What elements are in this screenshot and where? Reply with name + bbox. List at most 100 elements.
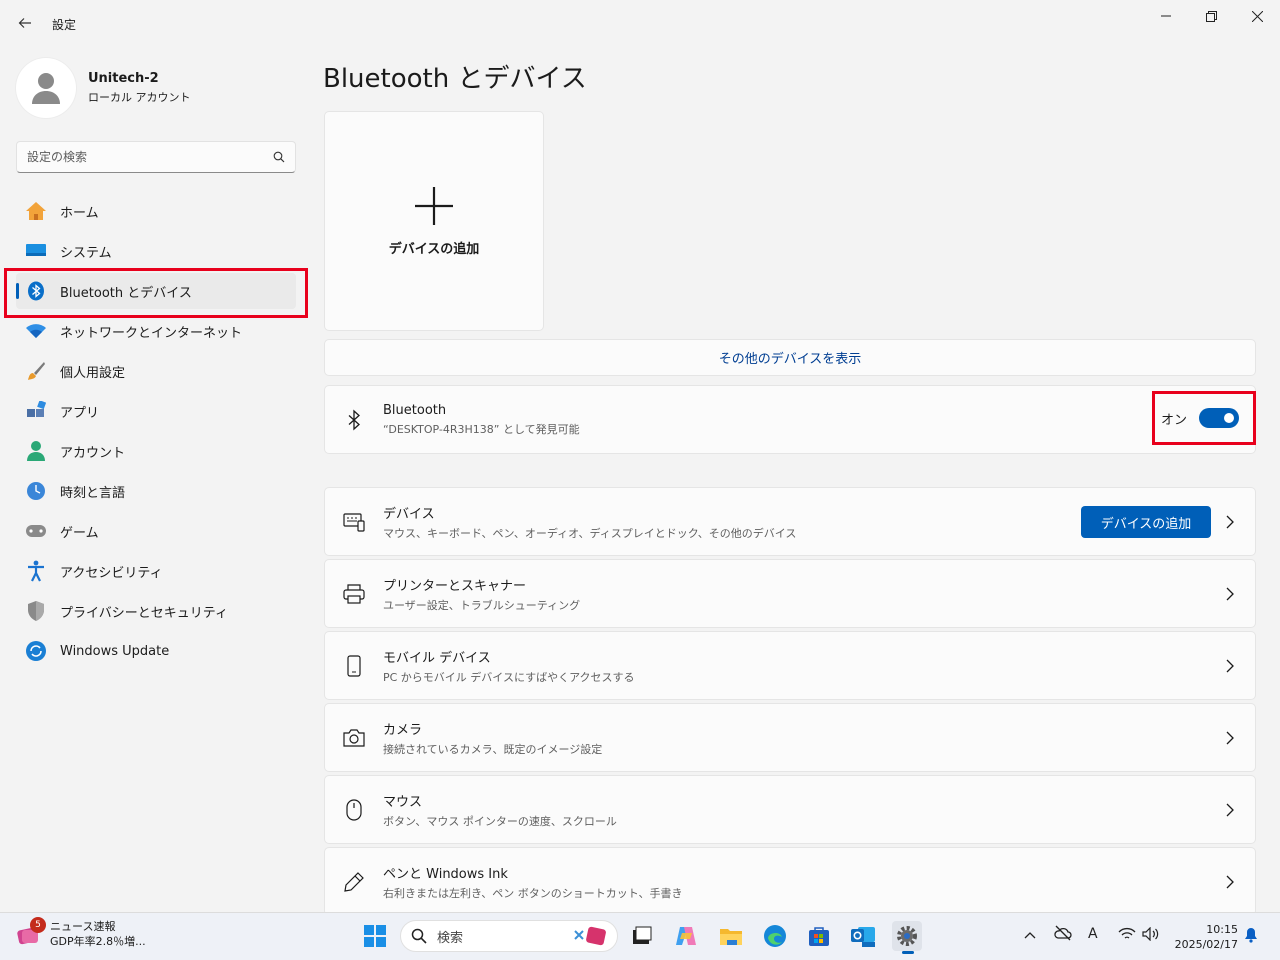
- app-title: 設定: [52, 18, 77, 32]
- chevron-right-icon: [1223, 513, 1237, 531]
- card-title: カメラ: [383, 722, 423, 738]
- minimize-button[interactable]: [1143, 4, 1189, 28]
- devices-card[interactable]: デバイス マウス、キーボード、ペン、オーディオ、ディスプレイとドック、その他のデ…: [324, 487, 1256, 556]
- search-highlight-icon: [574, 926, 606, 946]
- card-subtitle: 右利きまたは左利き、ペン ボタンのショートカット、手書き: [383, 886, 683, 900]
- outlook-button[interactable]: [848, 921, 878, 951]
- card-subtitle: マウス、キーボード、ペン、オーディオ、ディスプレイとドック、その他のデバイス: [383, 526, 797, 540]
- sidebar-item-gaming[interactable]: ゲーム: [16, 513, 296, 549]
- ime-indicator[interactable]: A: [1088, 926, 1098, 942]
- home-icon: [24, 199, 48, 223]
- back-button[interactable]: [12, 10, 38, 36]
- time-language-icon: [24, 479, 48, 503]
- taskbar-search[interactable]: 検索: [400, 920, 618, 952]
- sidebar-item-label: プライバシーとセキュリティ: [60, 605, 228, 621]
- bluetooth-icon: [341, 409, 367, 431]
- clock-time: 10:15: [1206, 923, 1238, 936]
- printers-card[interactable]: プリンターとスキャナー ユーザー設定、トラブルシューティング: [324, 559, 1256, 628]
- user-profile[interactable]: Unitech-2 ローカル アカウント: [16, 58, 191, 118]
- restore-button[interactable]: [1188, 4, 1234, 28]
- bluetooth-card: Bluetooth “DESKTOP-4R3H138” として発見可能 オン: [324, 385, 1256, 454]
- mouse-card[interactable]: マウス ボタン、マウス ポインターの速度、スクロール: [324, 775, 1256, 844]
- card-title: モバイル デバイス: [383, 650, 491, 666]
- sidebar-item-label: Windows Update: [60, 643, 170, 659]
- pen-icon: [341, 871, 367, 893]
- card-title: ペンと Windows Ink: [383, 866, 508, 882]
- tray-overflow-button[interactable]: [1024, 927, 1036, 943]
- chevron-right-icon: [1223, 801, 1237, 819]
- store-icon: [809, 927, 829, 946]
- chevron-right-icon: [1223, 873, 1237, 891]
- sidebar-item-personalization[interactable]: 個人用設定: [16, 353, 296, 389]
- outlook-icon: [851, 927, 875, 947]
- start-button[interactable]: [360, 921, 390, 951]
- copilot-button[interactable]: [671, 921, 701, 951]
- page-title: Bluetooth とデバイス: [323, 64, 587, 94]
- plus-icon: [415, 186, 453, 225]
- settings-search-box: [16, 141, 296, 173]
- news-icon: 5: [16, 917, 46, 947]
- account-icon: [24, 439, 48, 463]
- news-widget[interactable]: 5 ニュース速報 GDP年率2.8％増...: [16, 917, 146, 949]
- news-badge: 5: [30, 917, 46, 933]
- speaker-icon: [1142, 926, 1159, 942]
- settings-app-button[interactable]: [892, 921, 922, 954]
- sidebar-item-time-language[interactable]: 時刻と言語: [16, 473, 296, 509]
- sidebar-item-network[interactable]: ネットワークとインターネット: [16, 313, 296, 349]
- task-view-icon: [633, 926, 652, 944]
- sidebar-item-label: アクセシビリティ: [60, 565, 163, 581]
- sidebar-item-home[interactable]: ホーム: [16, 193, 296, 229]
- folder-icon: [720, 929, 742, 945]
- devices-icon: [341, 512, 367, 532]
- bluetooth-title: Bluetooth: [383, 402, 447, 418]
- tray-cloud-button[interactable]: [1054, 925, 1072, 945]
- sidebar-item-privacy[interactable]: プライバシーとセキュリティ: [16, 593, 296, 629]
- wifi-status[interactable]: [1118, 927, 1136, 945]
- profile-name: Unitech-2: [88, 71, 159, 86]
- card-subtitle: PC からモバイル デバイスにすばやくアクセスする: [383, 670, 635, 684]
- sidebar-item-accounts[interactable]: アカウント: [16, 433, 296, 469]
- gamepad-icon: [24, 519, 48, 543]
- task-view-button[interactable]: [627, 921, 657, 951]
- gear-icon: [897, 926, 917, 946]
- taskbar-clock[interactable]: 10:15 2025/02/17: [1168, 922, 1238, 952]
- shield-icon: [24, 599, 48, 623]
- card-title: デバイス: [383, 506, 435, 522]
- card-title: マウス: [383, 794, 423, 810]
- accessibility-icon: [24, 559, 48, 583]
- pen-ink-card[interactable]: ペンと Windows Ink 右利きまたは左利き、ペン ボタンのショートカット…: [324, 847, 1256, 916]
- news-title: ニュース速報: [50, 920, 116, 933]
- person-icon: [32, 73, 60, 104]
- wifi-icon: [1118, 927, 1136, 939]
- close-icon: [1251, 10, 1263, 22]
- sidebar-item-label: ネットワークとインターネット: [60, 325, 243, 341]
- sidebar-item-accessibility[interactable]: アクセシビリティ: [16, 553, 296, 589]
- sidebar-item-windows-update[interactable]: Windows Update: [16, 633, 296, 669]
- title-bar: 設定: [0, 0, 1280, 48]
- search-icon[interactable]: [273, 151, 285, 163]
- edge-button[interactable]: [760, 921, 790, 951]
- clock-date: 2025/02/17: [1174, 938, 1238, 951]
- news-headline: GDP年率2.8％増...: [50, 935, 146, 948]
- add-device-button[interactable]: デバイスの追加: [1081, 506, 1211, 538]
- avatar: [16, 58, 76, 118]
- camera-card[interactable]: カメラ 接続されているカメラ、既定のイメージ設定: [324, 703, 1256, 772]
- add-device-tile[interactable]: デバイスの追加: [324, 111, 544, 331]
- profile-account-type: ローカル アカウント: [88, 91, 191, 104]
- file-explorer-button[interactable]: [716, 921, 746, 951]
- sidebar-item-apps[interactable]: アプリ: [16, 393, 296, 429]
- volume-status[interactable]: [1142, 926, 1160, 945]
- search-input[interactable]: [27, 150, 273, 164]
- close-button[interactable]: [1234, 4, 1280, 28]
- view-more-devices-link[interactable]: その他のデバイスを表示: [324, 339, 1256, 376]
- mobile-devices-card[interactable]: モバイル デバイス PC からモバイル デバイスにすばやくアクセスする: [324, 631, 1256, 700]
- apps-icon: [24, 399, 48, 423]
- sidebar-item-label: アカウント: [60, 445, 126, 461]
- sidebar-item-system[interactable]: システム: [16, 233, 296, 269]
- system-icon: [24, 239, 48, 263]
- store-button[interactable]: [804, 921, 834, 951]
- brush-icon: [24, 359, 48, 383]
- sidebar-item-label: システム: [60, 245, 112, 261]
- card-subtitle: ユーザー設定、トラブルシューティング: [383, 598, 581, 612]
- notification-button[interactable]: [1244, 927, 1258, 947]
